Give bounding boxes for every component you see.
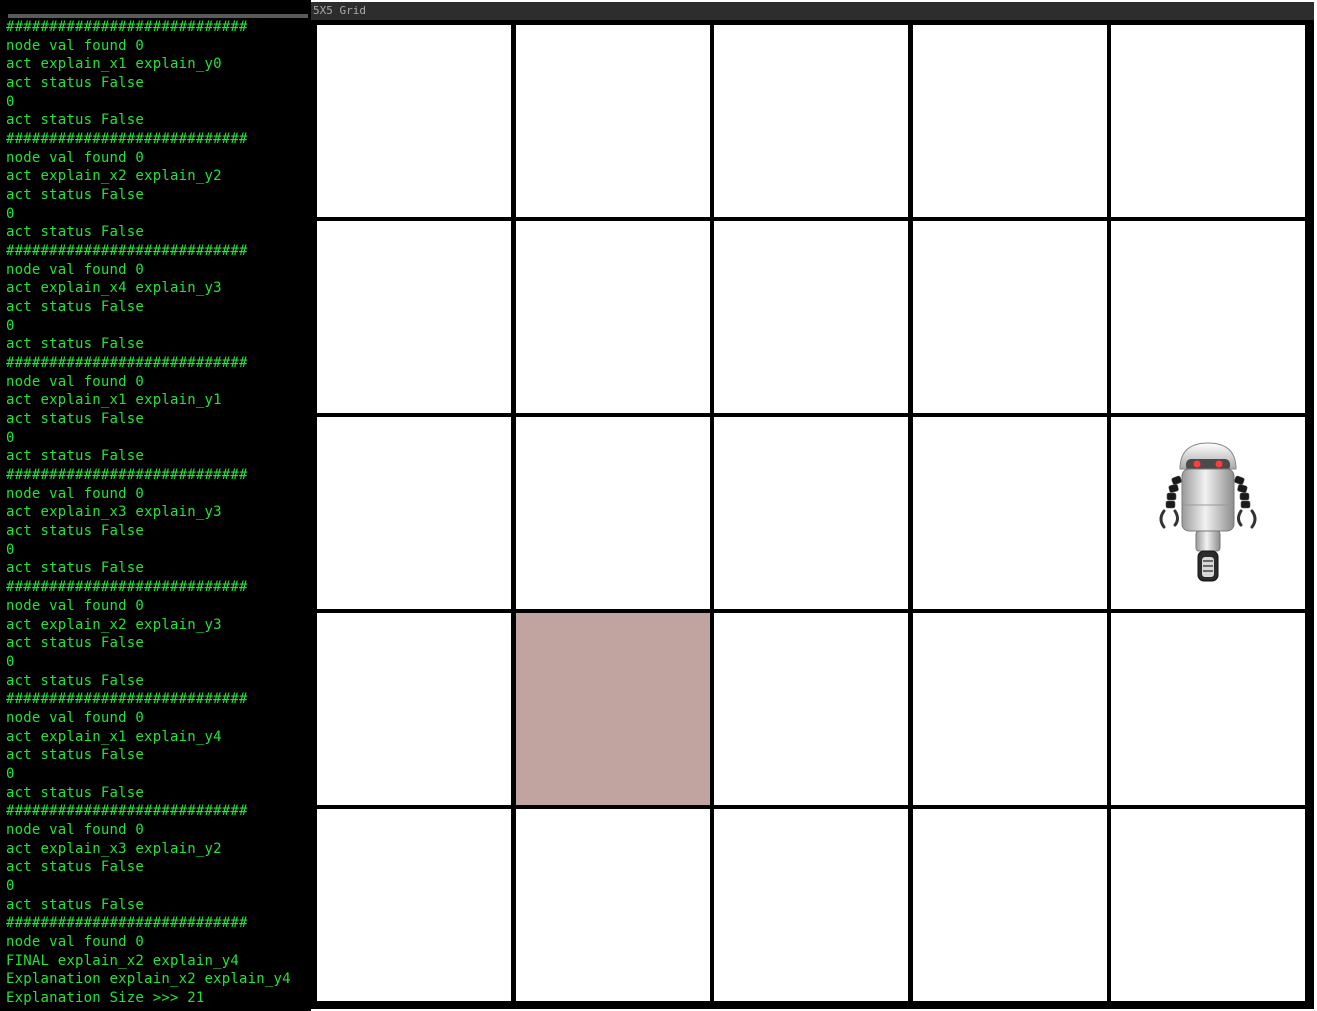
terminal-line: act status False: [6, 448, 145, 465]
terminal-line: 0: [6, 205, 15, 222]
grid-cell[interactable]: [714, 613, 908, 805]
terminal-line: act status False: [6, 112, 145, 129]
grid-titlebar[interactable]: 5X5 Grid: [311, 2, 1314, 20]
terminal-line: 0: [6, 541, 15, 558]
terminal-line: node val found 0: [6, 933, 145, 950]
terminal-line: node val found 0: [6, 373, 145, 390]
terminal-line: act status False: [6, 224, 145, 241]
grid-cell[interactable]: [912, 613, 1107, 805]
terminal-line: act explain_x1 explain_y4: [6, 728, 222, 745]
terminal-line: act explain_x3 explain_y2: [6, 840, 222, 857]
grid-cell[interactable]: [912, 809, 1107, 1001]
terminal-line: node val found 0: [6, 37, 145, 54]
terminal-line: ############################: [6, 355, 248, 372]
grid-cell[interactable]: [317, 417, 511, 609]
terminal-line: node val found 0: [6, 709, 145, 726]
terminal-line: act status False: [6, 75, 145, 92]
window-title: 5X5 Grid: [313, 4, 366, 17]
terminal-line: act status False: [6, 411, 145, 428]
grid-cell[interactable]: [714, 809, 908, 1001]
terminal-line: ############################: [6, 803, 248, 820]
grid-cell[interactable]: [912, 221, 1107, 413]
grid-cell[interactable]: [912, 417, 1107, 609]
terminal-line: ############################: [6, 467, 248, 484]
grid-cell[interactable]: [515, 417, 710, 609]
grid-cell[interactable]: [1111, 613, 1305, 805]
terminal-line: act status False: [6, 523, 145, 540]
terminal-line: act status False: [6, 672, 145, 689]
grid-cell[interactable]: [515, 25, 710, 217]
terminal-line: ############################: [6, 131, 248, 148]
grid-cell[interactable]: [912, 25, 1107, 217]
grid-window[interactable]: 5X5 Grid: [311, 2, 1314, 1009]
terminal-line: 0: [6, 317, 15, 334]
terminal-line: ############################: [6, 691, 248, 708]
terminal-line: act explain_x1 explain_y0: [6, 56, 222, 73]
terminal-line: act status False: [6, 859, 145, 876]
terminal-line: node val found 0: [6, 821, 145, 838]
grid-cell[interactable]: [317, 25, 511, 217]
terminal-line: act explain_x4 explain_y3: [6, 280, 222, 297]
terminal-line: 0: [6, 653, 15, 670]
terminal-line: 0: [6, 765, 15, 782]
grid-cell[interactable]: [317, 809, 511, 1001]
terminal-line: ############################: [6, 579, 248, 596]
terminal-line: 0: [6, 93, 15, 110]
terminal-line: Explanation Size >>> 21: [6, 989, 205, 1006]
grid-cell[interactable]: [515, 809, 710, 1001]
terminal-line: act status False: [6, 560, 145, 577]
grid-cell-highlighted[interactable]: [515, 613, 710, 805]
grid-cell[interactable]: [1111, 809, 1305, 1001]
terminal-line: act status False: [6, 747, 145, 764]
terminal-line: act status False: [6, 635, 145, 652]
grid-cell[interactable]: [515, 221, 710, 413]
terminal-line: ############################: [6, 915, 248, 932]
terminal-line: act status False: [6, 187, 145, 204]
terminal-line: 0: [6, 429, 15, 446]
grid-cell[interactable]: [714, 221, 908, 413]
terminal-line: FINAL explain_x2 explain_y4: [6, 952, 239, 969]
grid-cell[interactable]: [1111, 25, 1305, 217]
terminal-line: ############################: [6, 19, 248, 35]
terminal-line: ############################: [6, 243, 248, 260]
terminal-line: act status False: [6, 784, 145, 801]
terminal-line: act explain_x1 explain_y1: [6, 392, 222, 409]
terminal-line: 0: [6, 877, 15, 894]
grid-cell[interactable]: [317, 221, 511, 413]
grid-cell[interactable]: [714, 417, 908, 609]
grid-cell[interactable]: [714, 25, 908, 217]
terminal-line: act status False: [6, 896, 145, 913]
grid-canvas[interactable]: [314, 22, 1310, 1006]
terminal-line: node val found 0: [6, 149, 145, 166]
grid-cell[interactable]: [1111, 221, 1305, 413]
terminal-line: node val found 0: [6, 261, 145, 278]
terminal-line: node val found 0: [6, 597, 145, 614]
terminal-line: act status False: [6, 336, 145, 353]
terminal-line: act status False: [6, 299, 145, 316]
terminal-line: act explain_x2 explain_y3: [6, 616, 222, 633]
terminal-line: act explain_x3 explain_y3: [6, 504, 222, 521]
terminal-line: act explain_x2 explain_y2: [6, 168, 222, 185]
robot-icon: [1156, 439, 1260, 589]
terminal-line: Explanation explain_x2 explain_y4: [6, 971, 291, 988]
terminal-line: node val found 0: [6, 485, 145, 502]
grid-cell[interactable]: [317, 613, 511, 805]
terminal-output: ############################ node val fou…: [6, 18, 311, 1008]
terminal-window[interactable]: ############################ node val fou…: [0, 0, 311, 1011]
